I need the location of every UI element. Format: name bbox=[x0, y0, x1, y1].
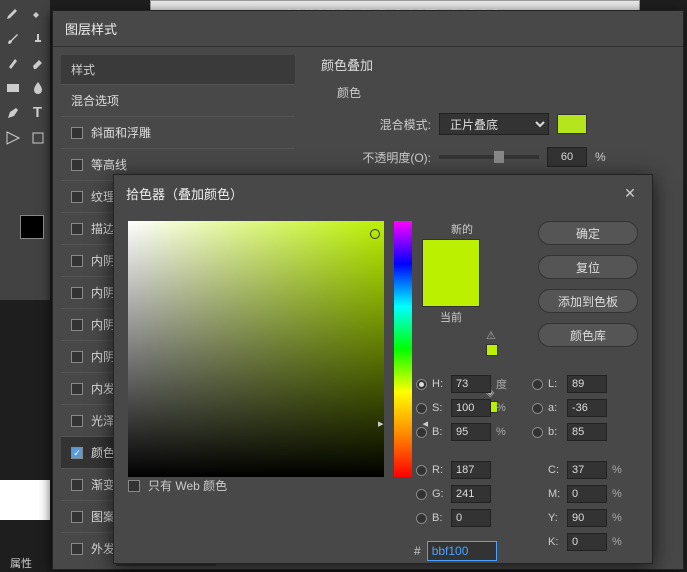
color-preview bbox=[422, 239, 480, 307]
blur-tool[interactable] bbox=[25, 75, 50, 100]
type-tool[interactable]: T bbox=[25, 100, 50, 125]
web-only-checkbox[interactable] bbox=[128, 480, 140, 492]
s-input[interactable] bbox=[451, 399, 491, 417]
y-input[interactable] bbox=[567, 509, 607, 527]
eyedropper-tool[interactable] bbox=[0, 0, 25, 25]
warning-icon[interactable]: ⚠ bbox=[486, 329, 566, 356]
overlay-color-swatch[interactable] bbox=[557, 114, 587, 134]
h-input[interactable] bbox=[451, 375, 491, 393]
l-input[interactable] bbox=[567, 375, 607, 393]
history-brush-tool[interactable] bbox=[0, 50, 25, 75]
cancel-button[interactable]: 复位 bbox=[538, 255, 638, 279]
radio-lab-b[interactable] bbox=[532, 427, 543, 438]
close-icon[interactable]: ✕ bbox=[620, 183, 640, 203]
white-panel bbox=[0, 480, 50, 520]
layer-style-title: 图层样式 bbox=[53, 11, 683, 47]
web-only-label: 只有 Web 颜色 bbox=[148, 477, 227, 494]
radio-l[interactable] bbox=[532, 379, 543, 390]
a-input[interactable] bbox=[567, 399, 607, 417]
saturation-value-field[interactable] bbox=[128, 221, 384, 477]
pen-tool[interactable] bbox=[0, 100, 25, 125]
path-tool[interactable] bbox=[0, 125, 25, 150]
radio-rgb-b[interactable] bbox=[416, 513, 427, 524]
section-title: 颜色叠加 bbox=[321, 55, 665, 74]
k-input[interactable] bbox=[567, 533, 607, 551]
r-input[interactable] bbox=[451, 461, 491, 479]
foreground-color[interactable] bbox=[20, 215, 44, 239]
eraser-tool[interactable] bbox=[25, 50, 50, 75]
web-only-row[interactable]: 只有 Web 颜色 bbox=[128, 477, 227, 494]
stamp-tool[interactable] bbox=[25, 25, 50, 50]
c-input[interactable] bbox=[567, 461, 607, 479]
left-toolbar: T bbox=[0, 0, 50, 300]
opacity-input[interactable] bbox=[547, 147, 587, 167]
section-sub: 颜色 bbox=[337, 84, 665, 101]
b-input[interactable] bbox=[451, 423, 491, 441]
opacity-slider[interactable] bbox=[439, 155, 539, 159]
opacity-label: 不透明度(O): bbox=[351, 149, 431, 166]
new-label: 新的 bbox=[422, 221, 502, 237]
hue-slider[interactable] bbox=[394, 221, 412, 477]
m-input[interactable] bbox=[567, 485, 607, 503]
lab-b-input[interactable] bbox=[567, 423, 607, 441]
ok-button[interactable]: 确定 bbox=[538, 221, 638, 245]
style-bevel[interactable]: 斜面和浮雕 bbox=[61, 116, 295, 148]
properties-label: 属性 bbox=[10, 555, 32, 571]
hex-input[interactable] bbox=[427, 541, 497, 561]
color-picker-dialog: 拾色器（叠加颜色） ✕ 新的 当前 ⚠ ◈ 确定 复位 添加到色板 颜色库 H:… bbox=[113, 174, 653, 564]
color-swatches[interactable] bbox=[20, 215, 44, 239]
blend-options-item[interactable]: 混合选项 bbox=[61, 84, 295, 116]
hue-thumb[interactable] bbox=[388, 425, 418, 427]
radio-a[interactable] bbox=[532, 403, 543, 414]
blend-mode-select[interactable]: 正片叠底 bbox=[439, 113, 549, 135]
rgb-b-input[interactable] bbox=[451, 509, 491, 527]
healing-tool[interactable] bbox=[25, 0, 50, 25]
styles-header[interactable]: 样式 bbox=[61, 55, 295, 84]
radio-h[interactable] bbox=[416, 379, 427, 390]
gradient-tool[interactable] bbox=[0, 75, 25, 100]
add-swatch-button[interactable]: 添加到色板 bbox=[538, 289, 638, 313]
hex-prefix: # bbox=[414, 544, 421, 558]
blend-mode-label: 混合模式: bbox=[351, 116, 431, 133]
picker-title: 拾色器（叠加颜色） bbox=[126, 184, 243, 203]
g-input[interactable] bbox=[451, 485, 491, 503]
shape-tool[interactable] bbox=[25, 125, 50, 150]
radio-r[interactable] bbox=[416, 465, 427, 476]
radio-g[interactable] bbox=[416, 489, 427, 500]
color-fields: H:度 S:% B:% R: G: B: L: a: b: C:% M:% Y:… bbox=[416, 375, 624, 551]
opacity-unit: % bbox=[595, 150, 606, 164]
sv-cursor[interactable] bbox=[370, 229, 380, 239]
radio-s[interactable] bbox=[416, 403, 427, 414]
current-label: 当前 bbox=[422, 309, 480, 325]
brush-tool[interactable] bbox=[0, 25, 25, 50]
radio-b[interactable] bbox=[416, 427, 427, 438]
